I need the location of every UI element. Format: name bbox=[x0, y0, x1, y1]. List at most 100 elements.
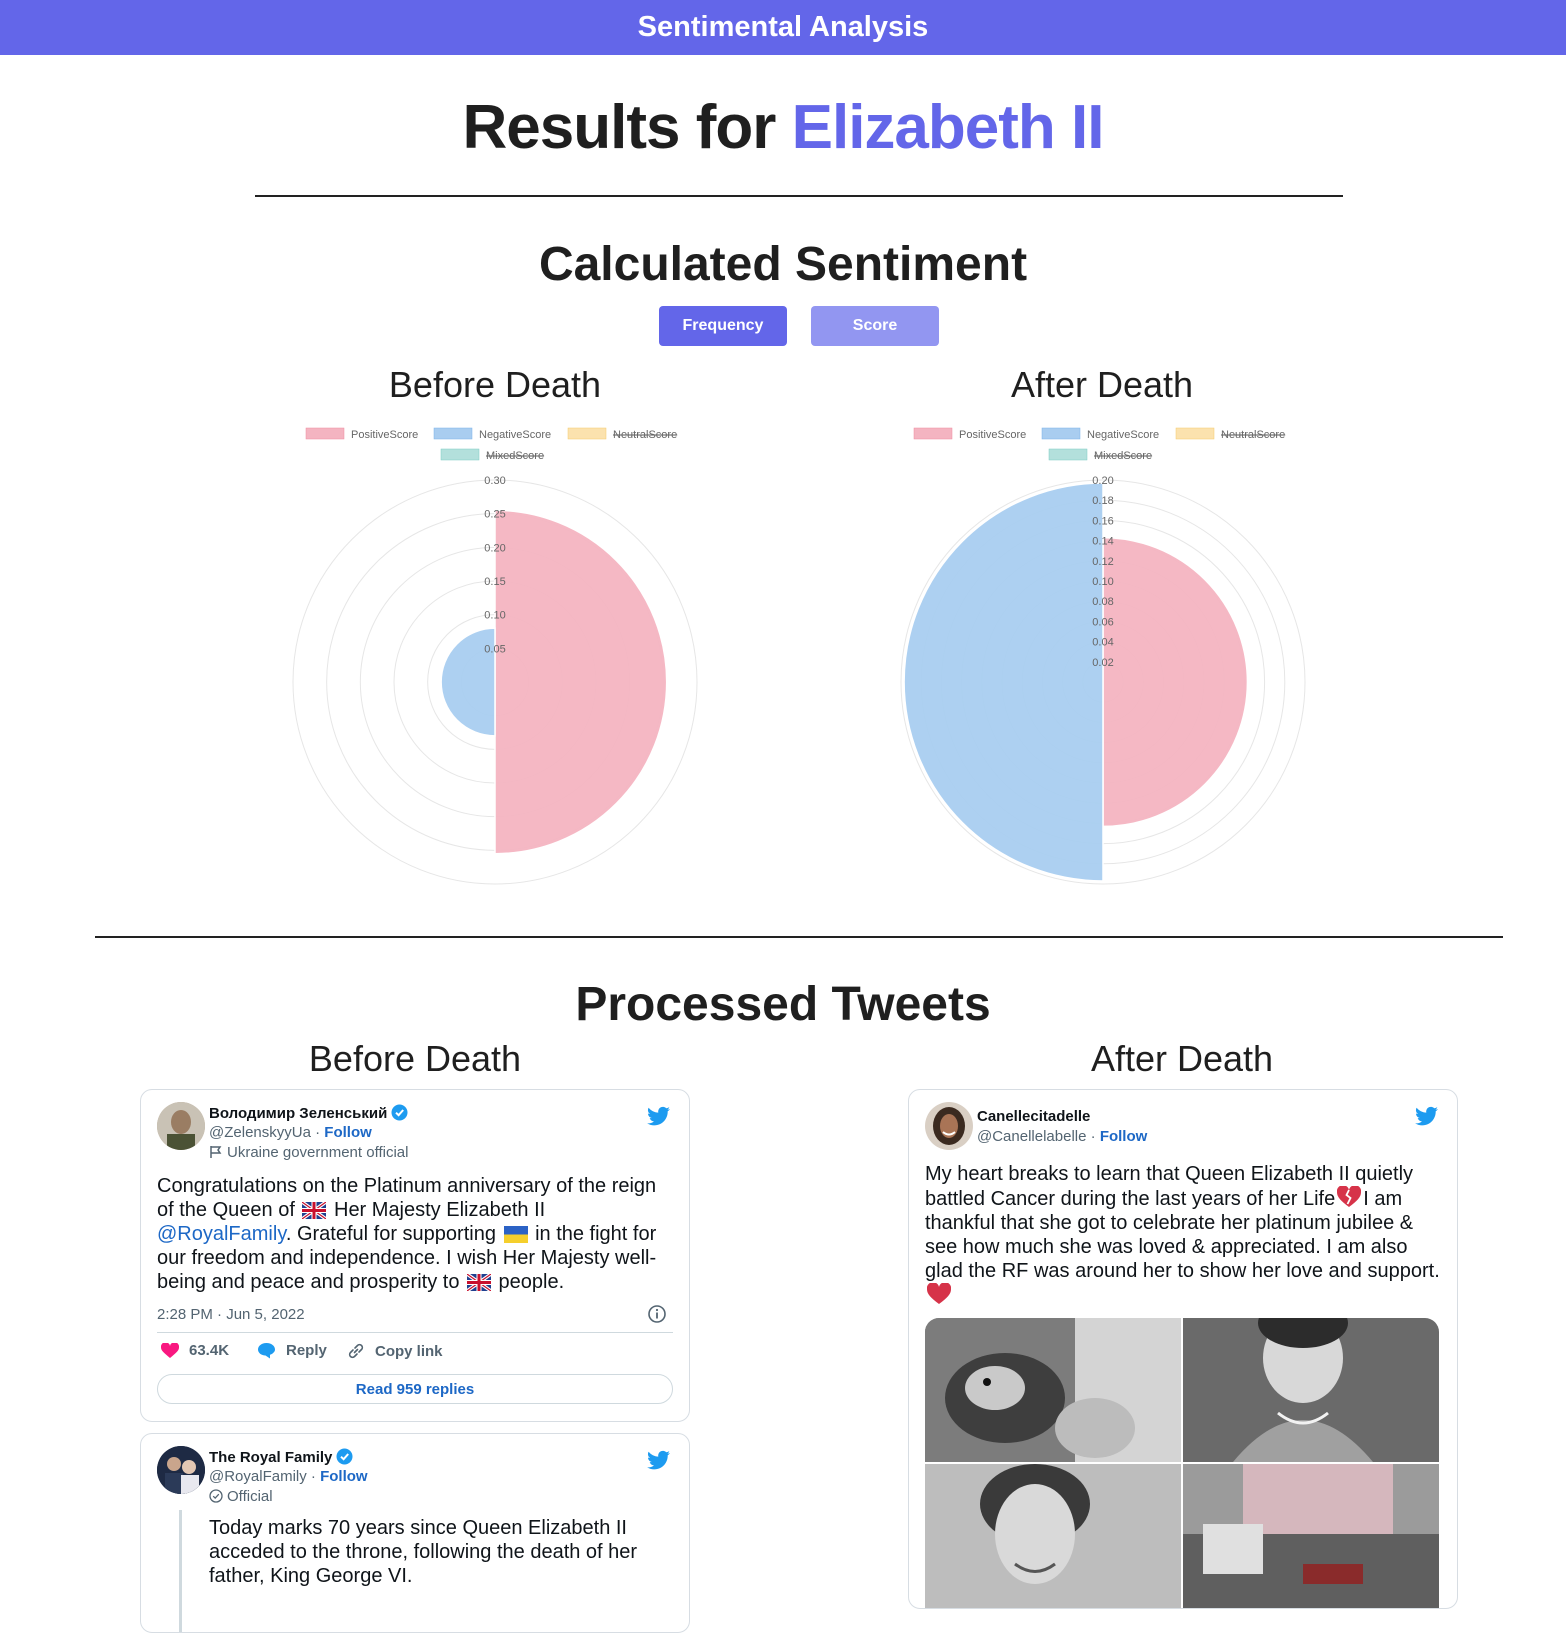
radial-tick-label: 0.15 bbox=[484, 576, 505, 588]
tweet-photo[interactable] bbox=[925, 1464, 1181, 1608]
legend-item-negativescore[interactable]: NegativeScore bbox=[433, 427, 551, 441]
red-heart-icon bbox=[927, 1283, 951, 1304]
legend-label: NeutralScore bbox=[613, 429, 677, 441]
tweet-timestamp[interactable]: 2:28 PM · Jun 5, 2022 bbox=[157, 1306, 305, 1323]
results-prefix: Results for bbox=[462, 93, 777, 162]
handle-text: @Canellelabelle bbox=[977, 1128, 1087, 1145]
avatar[interactable] bbox=[925, 1102, 973, 1150]
broken-heart-icon bbox=[1337, 1186, 1362, 1207]
app-title: Sentimental Analysis bbox=[637, 11, 929, 43]
legend-label: PositiveScore bbox=[959, 429, 1026, 441]
heart-icon bbox=[161, 1342, 179, 1358]
author-name-text: Володимир Зеленський bbox=[209, 1105, 388, 1122]
radial-tick-label: 0.20 bbox=[484, 542, 505, 554]
tweet-photo[interactable] bbox=[1183, 1318, 1439, 1462]
follow-link[interactable]: Follow bbox=[1100, 1128, 1148, 1145]
legend-item-mixedscore[interactable]: MixedScore bbox=[1048, 448, 1152, 462]
author-handle[interactable]: @RoyalFamily · Follow bbox=[209, 1468, 368, 1485]
legend-swatch bbox=[1175, 427, 1215, 440]
author-name[interactable]: Володимир Зеленський bbox=[209, 1104, 408, 1122]
polar-wedge-positivescore[interactable] bbox=[1102, 536, 1249, 828]
legend-label: NegativeScore bbox=[479, 429, 551, 441]
ukraine-flag-icon bbox=[503, 1226, 528, 1243]
photo-queen-smiling-icon bbox=[1183, 1318, 1439, 1462]
legend-item-positivescore[interactable]: PositiveScore bbox=[305, 427, 418, 441]
reply-button[interactable]: Reply bbox=[257, 1342, 327, 1359]
legend-swatch bbox=[1041, 427, 1081, 440]
photo-piccadilly-screen-icon bbox=[1183, 1464, 1439, 1608]
thread-line bbox=[179, 1510, 182, 1632]
tweet-text: Today marks 70 years since Queen Elizabe… bbox=[209, 1517, 638, 1587]
like-button[interactable]: 63.4K bbox=[161, 1342, 229, 1359]
reply-bubble-icon bbox=[258, 1343, 275, 1359]
score-button[interactable]: Score bbox=[811, 306, 939, 346]
handle-text: @RoyalFamily bbox=[209, 1468, 307, 1485]
avatar-zelensky-icon bbox=[157, 1102, 205, 1150]
app-title-bar: Sentimental Analysis bbox=[0, 0, 1566, 55]
radial-tick-label: 0.05 bbox=[484, 643, 505, 655]
tweet-text: My heart breaks to learn that Queen Eliz… bbox=[925, 1162, 1440, 1308]
verified-badge-icon bbox=[336, 1448, 353, 1465]
legend-label: NegativeScore bbox=[1087, 429, 1159, 441]
tweet-card[interactable]: The Royal Family @RoyalFamily · Follow O… bbox=[140, 1433, 690, 1633]
chart-after-title: After Death bbox=[1010, 364, 1194, 405]
tweets-after-title: After Death bbox=[1090, 1038, 1274, 1079]
flag-outline-icon bbox=[210, 1146, 222, 1158]
legend-label: MixedScore bbox=[486, 450, 544, 462]
radial-tick-label: 0.06 bbox=[1092, 616, 1113, 628]
author-name-text: Canellecitadelle bbox=[977, 1108, 1091, 1125]
handle-text: @ZelenskyyUa bbox=[209, 1124, 311, 1141]
handle-separator: · bbox=[310, 1468, 316, 1485]
official-check-icon bbox=[209, 1489, 223, 1503]
polar-wedge-positivescore[interactable] bbox=[494, 509, 668, 855]
tweet-card[interactable]: Володимир Зеленський @ZelenskyyUa · Foll… bbox=[140, 1089, 690, 1422]
radial-tick-label: 0.02 bbox=[1092, 657, 1113, 669]
tweets-before-title: Before Death bbox=[308, 1038, 522, 1079]
author-label: Official bbox=[209, 1488, 273, 1505]
copy-link-button[interactable]: Copy link bbox=[347, 1342, 443, 1360]
tweet-card[interactable]: Canellecitadelle @Canellelabelle · Follo… bbox=[908, 1089, 1458, 1609]
copy-link-label: Copy link bbox=[375, 1342, 443, 1360]
tweet-photo[interactable] bbox=[925, 1318, 1181, 1462]
author-name-text: The Royal Family bbox=[209, 1449, 333, 1466]
follow-link[interactable]: Follow bbox=[320, 1468, 368, 1485]
results-subject: Elizabeth II bbox=[791, 93, 1105, 162]
avatar-royal-family-icon bbox=[157, 1446, 205, 1494]
frequency-button[interactable]: Frequency bbox=[659, 306, 787, 346]
legend-item-neutralscore[interactable]: NeutralScore bbox=[1175, 427, 1285, 441]
legend-swatch bbox=[913, 427, 953, 440]
legend-label: NeutralScore bbox=[1221, 429, 1285, 441]
tweet-text-part: people. bbox=[493, 1271, 565, 1293]
follow-link[interactable]: Follow bbox=[324, 1124, 372, 1141]
twitter-bird-icon[interactable] bbox=[647, 1106, 671, 1126]
uk-flag-icon bbox=[467, 1274, 491, 1291]
after-death-polar-chart[interactable]: PositiveScore NegativeScore NeutralScore Mi… bbox=[888, 420, 1318, 895]
author-name[interactable]: The Royal Family bbox=[209, 1448, 353, 1466]
author-handle[interactable]: @Canellelabelle · Follow bbox=[977, 1128, 1147, 1145]
tweet-text-part: Her Majesty Elizabeth II bbox=[328, 1199, 546, 1221]
before-death-polar-chart[interactable]: PositiveScore NegativeScore NeutralScore Mi… bbox=[280, 420, 710, 895]
legend-item-positivescore[interactable]: PositiveScore bbox=[913, 427, 1026, 441]
tweet-photo[interactable] bbox=[1183, 1464, 1439, 1608]
handle-separator: · bbox=[1090, 1128, 1096, 1145]
twitter-bird-icon[interactable] bbox=[647, 1450, 671, 1470]
results-heading: Results for Elizabeth II bbox=[0, 92, 1566, 163]
author-label-text: Official bbox=[227, 1488, 273, 1505]
tweet-text-part: . Grateful for supporting bbox=[285, 1223, 502, 1245]
photo-queen-portrait-icon bbox=[925, 1464, 1181, 1608]
avatar[interactable] bbox=[157, 1446, 205, 1494]
legend-item-mixedscore[interactable]: MixedScore bbox=[440, 448, 544, 462]
radial-tick-label: 0.30 bbox=[484, 475, 505, 487]
twitter-bird-icon[interactable] bbox=[1415, 1106, 1439, 1126]
divider-top bbox=[255, 195, 1343, 197]
avatar[interactable] bbox=[157, 1102, 205, 1150]
polar-wedge-negativescore[interactable] bbox=[903, 482, 1104, 882]
reply-label: Reply bbox=[286, 1342, 327, 1359]
legend-item-neutralscore[interactable]: NeutralScore bbox=[567, 427, 677, 441]
info-icon[interactable] bbox=[647, 1304, 667, 1324]
author-handle[interactable]: @ZelenskyyUa · Follow bbox=[209, 1124, 372, 1141]
legend-item-negativescore[interactable]: NegativeScore bbox=[1041, 427, 1159, 441]
read-replies-button[interactable]: Read 959 replies bbox=[157, 1374, 673, 1404]
author-name[interactable]: Canellecitadelle bbox=[977, 1108, 1090, 1125]
mention-link[interactable]: @RoyalFamily bbox=[157, 1223, 286, 1245]
